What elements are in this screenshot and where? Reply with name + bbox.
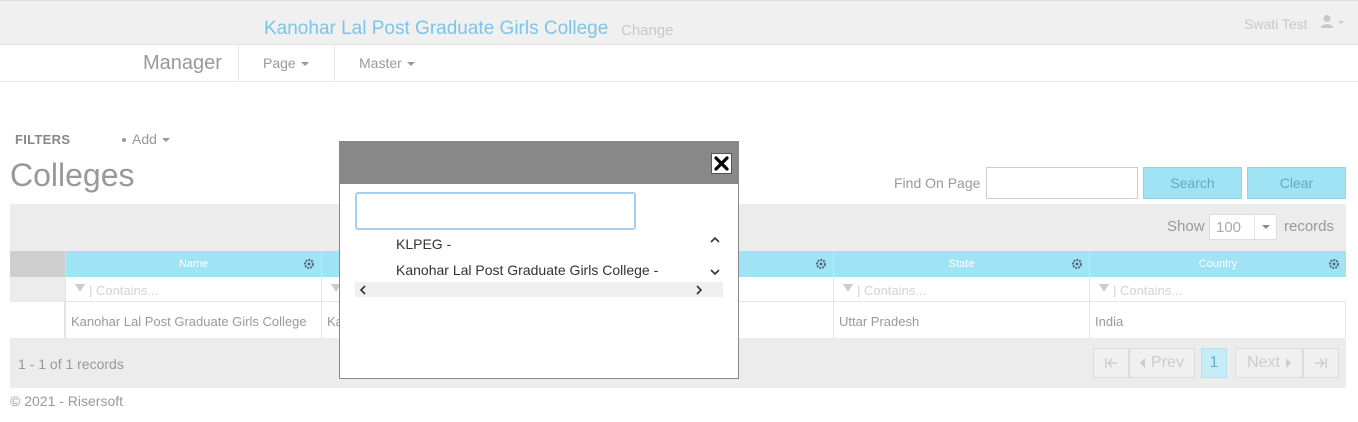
table-cell-state[interactable]: Uttar Pradesh xyxy=(833,302,1089,338)
filter-icon[interactable] xyxy=(75,284,85,292)
close-icon[interactable] xyxy=(711,153,732,174)
last-page-icon xyxy=(1315,357,1327,368)
list-item[interactable]: Kanohar Lal Post Graduate Girls College … xyxy=(396,262,658,278)
page-number-button[interactable]: 1 xyxy=(1201,348,1227,378)
nav-divider xyxy=(238,45,239,82)
brand-manager[interactable]: Manager xyxy=(143,52,222,75)
next-label: Next xyxy=(1247,354,1280,371)
chevron-down-icon xyxy=(300,62,309,67)
scroll-down-icon xyxy=(710,269,720,276)
user-menu-icon[interactable] xyxy=(1320,14,1346,30)
last-page-button[interactable] xyxy=(1303,348,1339,378)
horizontal-scrollbar[interactable] xyxy=(355,282,723,297)
user-name[interactable]: Swati Test xyxy=(1244,16,1308,32)
nav-bar: Manager Page Master xyxy=(0,45,1358,82)
header-selector-cell xyxy=(10,251,65,277)
scroll-left-icon xyxy=(359,285,366,295)
nav-page-label: Page xyxy=(263,55,296,71)
next-page-button[interactable]: Next xyxy=(1235,348,1303,378)
row-selector-cell[interactable] xyxy=(10,302,65,338)
page-title: Colleges xyxy=(10,157,135,193)
find-on-page-input[interactable] xyxy=(986,167,1138,199)
caret-right-icon xyxy=(1285,357,1291,368)
table-cell-country[interactable]: India xyxy=(1089,302,1346,338)
column-filter-state[interactable]: | Contains... xyxy=(833,277,1089,302)
college-title[interactable]: Kanohar Lal Post Graduate Girls College xyxy=(264,18,608,40)
filter-placeholder: | Contains... xyxy=(1113,283,1183,298)
filter-placeholder: | Contains... xyxy=(857,283,927,298)
scroll-right-icon xyxy=(696,285,703,295)
college-options-list[interactable]: KLPEG - Kanohar Lal Post Graduate Girls … xyxy=(355,230,723,298)
gear-icon[interactable] xyxy=(304,259,314,269)
filter-icon[interactable] xyxy=(843,284,853,292)
prev-label: Prev xyxy=(1151,354,1184,371)
nav-page-menu[interactable]: Page xyxy=(263,55,309,71)
page-size-select[interactable]: 100 xyxy=(1209,214,1277,240)
gear-icon[interactable] xyxy=(1072,259,1082,269)
top-bar: Kanohar Lal Post Graduate Girls College … xyxy=(0,0,1358,45)
gear-icon[interactable] xyxy=(1329,259,1339,269)
add-filter-label: Add xyxy=(132,131,157,147)
dialog-search-input[interactable] xyxy=(355,192,636,230)
filter-selector-cell xyxy=(10,277,65,302)
column-header-label: Name xyxy=(178,258,209,270)
gear-icon[interactable] xyxy=(816,259,826,269)
vertical-scrollbar[interactable] xyxy=(707,230,723,282)
page-size-value: 100 xyxy=(1216,219,1242,236)
dropdown-arrow-icon[interactable] xyxy=(1254,215,1276,239)
clear-button[interactable]: Clear xyxy=(1247,167,1346,199)
records-summary: 1 - 1 of 1 records xyxy=(18,356,124,372)
filters-label: FILTERS xyxy=(15,132,71,147)
column-filter-country[interactable]: | Contains... xyxy=(1089,277,1346,302)
filter-placeholder: | Contains... xyxy=(89,283,159,298)
records-label: records xyxy=(1284,218,1335,235)
dialog-header xyxy=(340,142,738,184)
nav-master-menu[interactable]: Master xyxy=(359,55,415,71)
nav-divider xyxy=(334,45,335,82)
bullet-icon xyxy=(122,138,126,143)
first-page-button[interactable] xyxy=(1093,348,1129,378)
column-header-country[interactable]: Country xyxy=(1089,251,1346,277)
footer-copyright: © 2021 - Risersoft xyxy=(10,393,124,409)
search-button[interactable]: Search xyxy=(1143,167,1242,199)
caret-left-icon xyxy=(1140,357,1146,368)
add-filter-button[interactable]: Add xyxy=(122,131,170,147)
table-cell-name[interactable]: Kanohar Lal Post Graduate Girls College xyxy=(65,302,321,338)
filter-icon[interactable] xyxy=(1099,284,1109,292)
column-header-label: Country xyxy=(1198,258,1238,270)
find-on-page-label: Find On Page xyxy=(894,175,981,191)
first-page-icon xyxy=(1105,357,1117,368)
chevron-down-icon xyxy=(161,138,170,143)
column-header-name[interactable]: Name xyxy=(65,251,321,277)
list-item[interactable]: KLPEG - xyxy=(396,236,451,252)
nav-master-label: Master xyxy=(359,55,402,71)
show-label: Show xyxy=(1167,218,1205,235)
column-header-label: State xyxy=(948,258,975,270)
change-college-link[interactable]: Change xyxy=(621,22,674,39)
column-header-state[interactable]: State xyxy=(833,251,1089,277)
scroll-up-icon xyxy=(710,236,720,243)
college-select-dialog: KLPEG - Kanohar Lal Post Graduate Girls … xyxy=(339,141,739,379)
prev-page-button[interactable]: Prev xyxy=(1129,348,1195,378)
chevron-down-icon xyxy=(406,62,415,67)
column-filter-name[interactable]: | Contains... xyxy=(65,277,321,302)
